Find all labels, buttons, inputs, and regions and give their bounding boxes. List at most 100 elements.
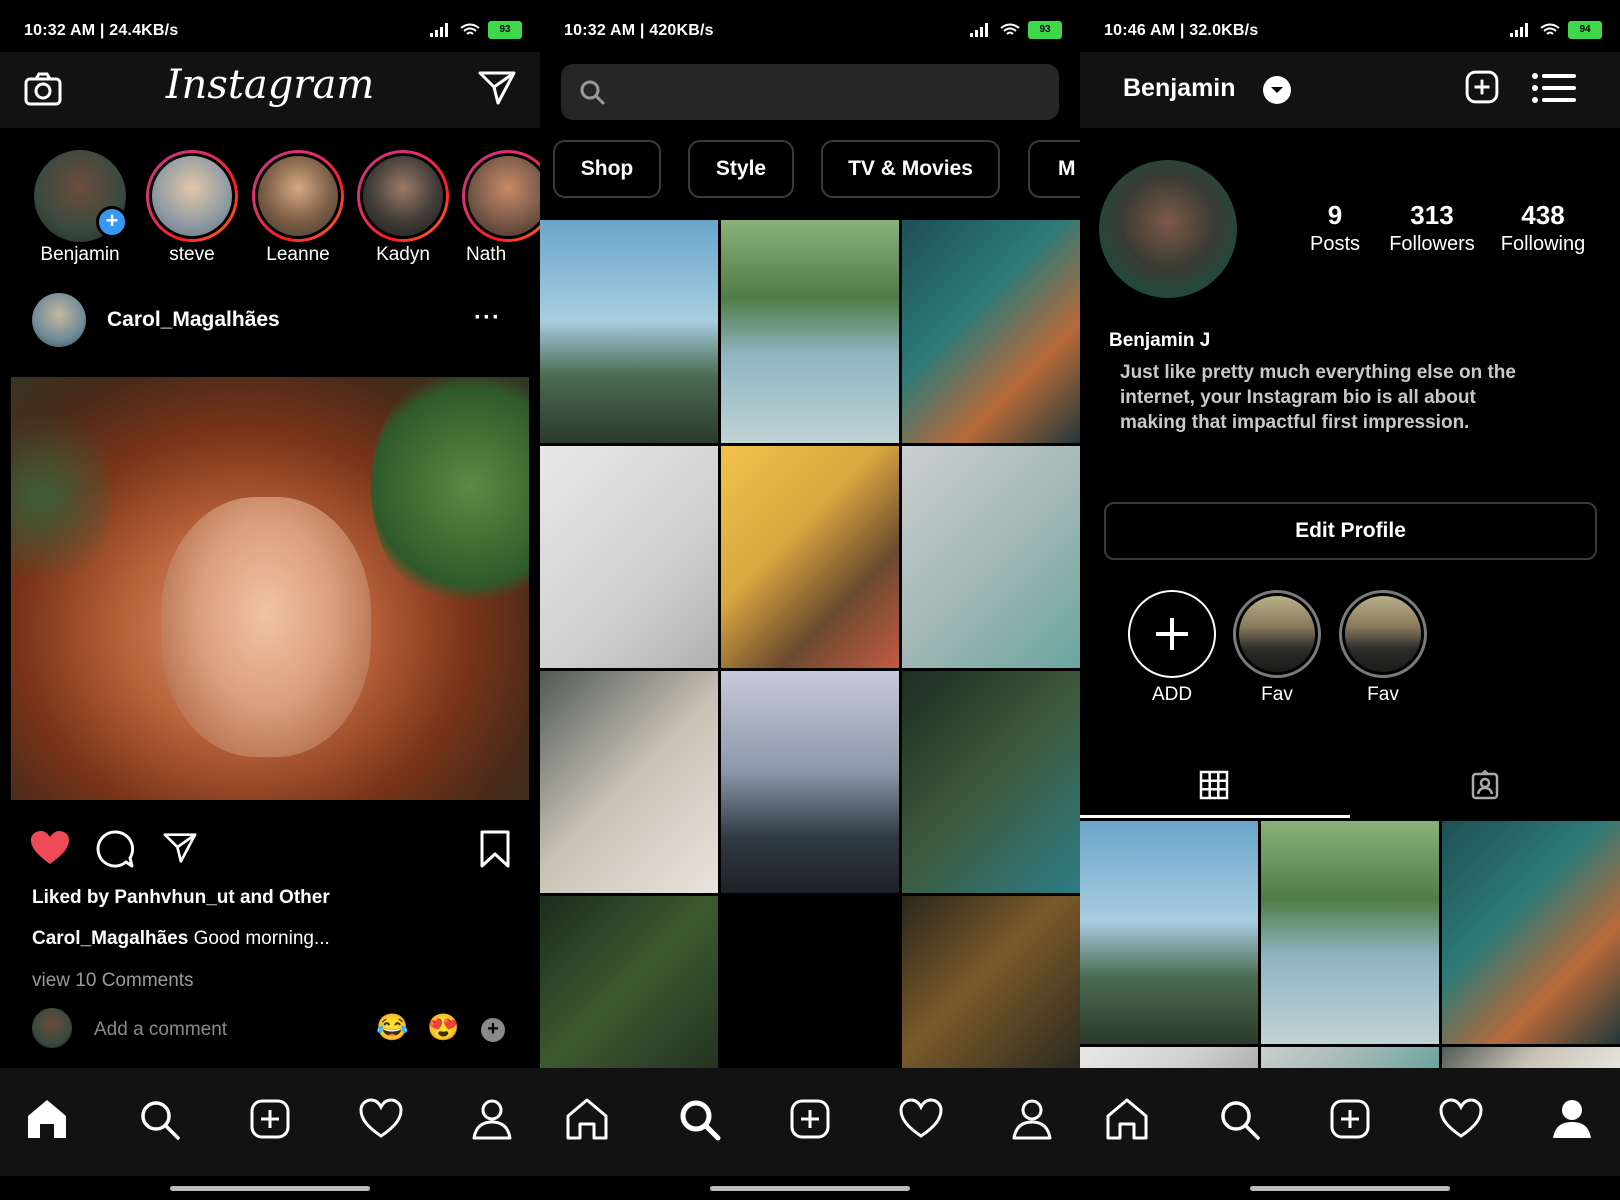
story-avatar[interactable] xyxy=(146,150,238,242)
plus-icon xyxy=(1156,618,1188,650)
liked-by-text: Liked by Panhvhun_ut and Other xyxy=(32,887,330,908)
bookmark-icon[interactable] xyxy=(480,830,510,868)
explore-grid-item[interactable] xyxy=(902,671,1080,893)
instagram-logo: Instagram xyxy=(165,62,375,108)
highlight-label: ADD xyxy=(1151,684,1193,705)
liked-by-user-link[interactable]: Panhvhun_ut xyxy=(114,887,234,908)
post-author-avatar[interactable] xyxy=(32,293,86,347)
activity-heart-icon[interactable] xyxy=(898,1096,944,1142)
battery-indicator: 94 xyxy=(1568,21,1602,39)
post-author-name[interactable]: Carol_Magalhães xyxy=(107,308,280,332)
top-app-bar: Benjamin xyxy=(1080,52,1620,128)
wifi-icon xyxy=(1000,23,1020,35)
direct-message-icon[interactable] xyxy=(478,70,516,106)
profile-grid-item[interactable] xyxy=(1442,1047,1620,1068)
home-icon[interactable] xyxy=(1104,1096,1150,1142)
tab-grid[interactable] xyxy=(1080,750,1350,818)
home-icon[interactable] xyxy=(564,1096,610,1142)
profile-grid-item[interactable] xyxy=(1080,821,1258,1044)
story-avatar[interactable] xyxy=(462,150,540,242)
new-post-icon[interactable] xyxy=(1327,1096,1373,1142)
search-icon[interactable] xyxy=(136,1096,182,1142)
following-count: 438 xyxy=(1521,200,1565,230)
top-app-bar: Instagram xyxy=(0,52,540,128)
search-bar[interactable] xyxy=(561,64,1059,120)
laughing-emoji-button[interactable]: 😂 xyxy=(376,1012,408,1043)
new-post-icon[interactable] xyxy=(247,1096,293,1142)
bottom-nav xyxy=(540,1068,1080,1176)
new-post-icon[interactable] xyxy=(787,1096,833,1142)
search-icon[interactable] xyxy=(1216,1096,1262,1142)
chip-tv-movies[interactable]: TV & Movies xyxy=(821,140,1000,198)
heart-eyes-emoji-button[interactable]: 😍 xyxy=(427,1012,459,1043)
post-caption: Carol_Magalhães Good morning... xyxy=(32,928,330,949)
explore-grid-item[interactable] xyxy=(721,220,899,443)
explore-grid-item[interactable] xyxy=(902,220,1080,443)
commenter-avatar xyxy=(32,1008,72,1048)
story-avatar-own[interactable]: + xyxy=(34,150,128,242)
explore-grid-item[interactable] xyxy=(721,671,899,893)
view-comments-link[interactable]: view 10 Comments xyxy=(32,970,194,992)
explore-grid-item[interactable] xyxy=(902,446,1080,668)
search-icon-active[interactable] xyxy=(676,1096,722,1142)
tab-tagged[interactable] xyxy=(1350,750,1620,818)
post-image[interactable] xyxy=(11,377,529,800)
gesture-bar xyxy=(170,1186,370,1191)
signal-icon xyxy=(970,23,988,37)
add-story-icon[interactable]: + xyxy=(96,206,128,238)
share-icon[interactable] xyxy=(163,832,197,864)
story-name: Kadyn xyxy=(376,244,430,265)
explore-grid-item[interactable] xyxy=(902,896,1080,1068)
profile-display-name: Benjamin J xyxy=(1109,330,1211,351)
home-icon-filled[interactable] xyxy=(24,1096,70,1142)
story-name: Leanne xyxy=(266,244,330,265)
explore-grid-item[interactable] xyxy=(721,446,899,668)
profile-grid-item[interactable] xyxy=(1261,1047,1439,1068)
profile-icon-filled[interactable] xyxy=(1549,1096,1595,1142)
edit-profile-button[interactable]: Edit Profile xyxy=(1104,502,1597,560)
chip-style[interactable]: Style xyxy=(688,140,794,198)
comment-icon[interactable] xyxy=(96,830,134,868)
caption-username[interactable]: Carol_Magalhães xyxy=(32,928,188,949)
explore-grid-item[interactable] xyxy=(540,220,718,443)
new-post-icon[interactable] xyxy=(1463,68,1501,106)
chip-shop[interactable]: Shop xyxy=(553,140,661,198)
feed-screen: 10:32 AM | 24.4KB/s 93 Instagram + Benja… xyxy=(0,0,540,1200)
status-bar: 10:32 AM | 24.4KB/s 93 xyxy=(0,0,540,52)
tagged-photos-icon xyxy=(1471,770,1499,800)
explore-grid-item[interactable] xyxy=(540,446,718,668)
activity-heart-icon[interactable] xyxy=(1438,1096,1484,1142)
story-avatar[interactable] xyxy=(252,150,344,242)
highlight-item[interactable] xyxy=(1339,590,1427,678)
profile-grid-item[interactable] xyxy=(1080,1047,1258,1068)
bottom-nav xyxy=(1080,1068,1620,1176)
profile-grid-item[interactable] xyxy=(1442,821,1620,1044)
activity-heart-icon[interactable] xyxy=(358,1096,404,1142)
story-name: steve xyxy=(169,244,215,265)
story-name: Benjamin xyxy=(40,244,120,265)
add-highlight-button[interactable] xyxy=(1128,590,1216,678)
profile-icon[interactable] xyxy=(469,1096,515,1142)
menu-hamburger-icon[interactable] xyxy=(1532,72,1576,104)
signal-icon xyxy=(430,23,448,37)
chip-more[interactable]: M xyxy=(1028,140,1080,198)
profile-icon[interactable] xyxy=(1009,1096,1055,1142)
highlight-item[interactable] xyxy=(1233,590,1321,678)
account-switcher-chevron-icon[interactable] xyxy=(1263,76,1291,104)
active-tab-indicator xyxy=(1080,815,1350,818)
battery-indicator: 93 xyxy=(1028,21,1062,39)
like-heart-icon[interactable] xyxy=(30,830,70,866)
profile-avatar[interactable] xyxy=(1099,160,1237,298)
gesture-bar xyxy=(1250,1186,1450,1191)
more-options-icon[interactable]: ··· xyxy=(474,304,501,332)
account-username[interactable]: Benjamin xyxy=(1123,74,1236,103)
explore-grid-item[interactable] xyxy=(540,896,718,1068)
more-emoji-icon[interactable]: + xyxy=(481,1018,505,1042)
search-input[interactable] xyxy=(617,76,1041,108)
add-comment-input[interactable]: Add a comment xyxy=(94,1019,227,1041)
wifi-icon xyxy=(1540,23,1560,35)
following-stat[interactable]: 438 Following xyxy=(1478,200,1608,256)
explore-grid-item[interactable] xyxy=(540,671,718,893)
story-avatar[interactable] xyxy=(357,150,449,242)
profile-grid-item[interactable] xyxy=(1261,821,1439,1044)
